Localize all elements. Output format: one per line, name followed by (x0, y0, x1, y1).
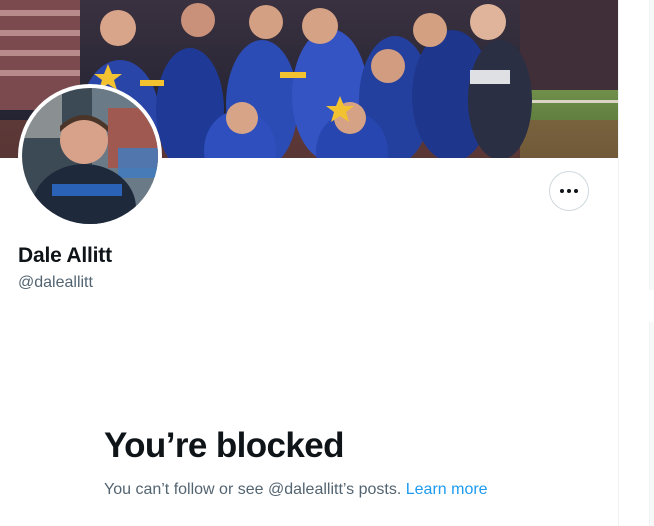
blocked-title: You’re blocked (104, 426, 345, 465)
sidebar-card-bottom (649, 322, 654, 526)
avatar-photo (22, 88, 158, 224)
sidebar-card-top (649, 0, 654, 290)
profile-page: Dale Allitt @daleallitt You’re blocked Y… (0, 0, 654, 526)
more-horizontal-icon (560, 189, 578, 193)
profile-avatar[interactable] (18, 84, 162, 228)
main-column: Dale Allitt @daleallitt You’re blocked Y… (0, 0, 619, 526)
right-sidebar (619, 0, 654, 526)
more-button[interactable] (549, 171, 589, 211)
blocked-message-text: You can’t follow or see @daleallitt’s po… (104, 481, 402, 498)
learn-more-link[interactable]: Learn more (406, 481, 488, 498)
user-handle: @daleallitt (18, 274, 93, 291)
display-name: Dale Allitt (18, 244, 112, 267)
blocked-message: You can’t follow or see @daleallitt’s po… (104, 478, 514, 501)
